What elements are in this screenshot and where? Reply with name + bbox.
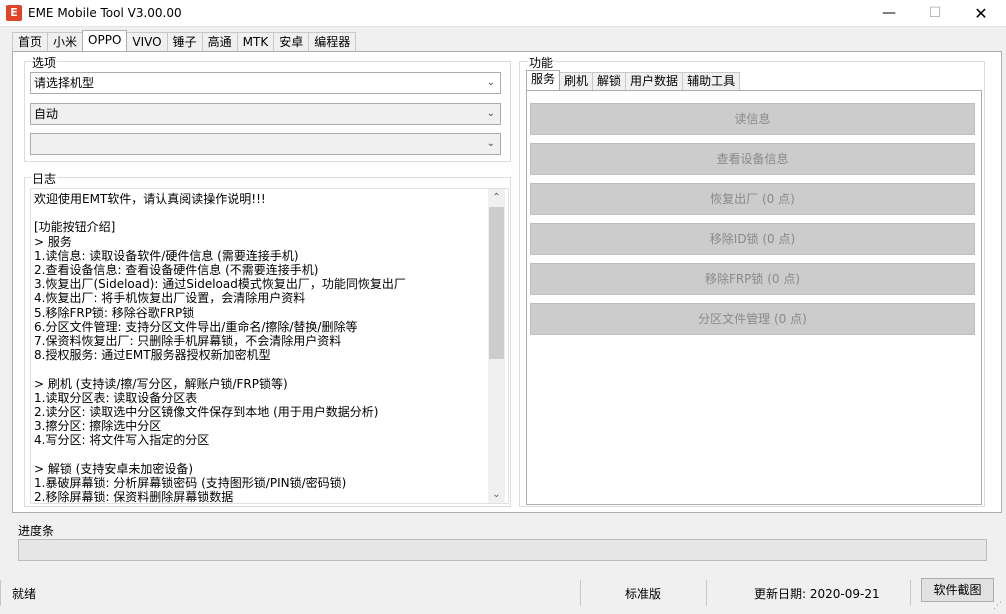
tab-oppo[interactable]: OPPO [82, 30, 128, 51]
log-line: 3.擦分区: 擦除选中分区 [34, 419, 162, 434]
mode-select-value: 自动 [34, 107, 59, 121]
status-separator [580, 580, 581, 606]
title-bar: E EME Mobile Tool V3.00.00 — ☐ ✕ [0, 0, 1006, 27]
factory-reset-button[interactable]: 恢复出厂 (0 点) [530, 183, 975, 215]
tab-vivo[interactable]: VIVO [126, 32, 168, 51]
app-logo-icon: E [6, 5, 22, 21]
log-line: 欢迎使用EMT软件，请认真阅读操作说明!!! [34, 192, 266, 206]
log-line: 1.暴破屏幕锁: 分析屏幕锁密码 (支持图形锁/PIN锁/密码锁) [34, 476, 347, 491]
main-tab-bar: 首页 小米 OPPO VIVO 锤子 高通 MTK 安卓 编程器 [12, 30, 357, 51]
model-select[interactable]: 请选择机型 ⌄ [30, 72, 501, 94]
status-separator [706, 580, 707, 606]
tab-home[interactable]: 首页 [12, 32, 49, 51]
tab-xiaomi[interactable]: 小米 [47, 32, 84, 51]
progress-bar [18, 539, 987, 561]
log-line: 6.分区文件管理: 支持分区文件导出/重命名/擦除/替换/删除等 [34, 319, 358, 334]
tab-service[interactable]: 服务 [526, 70, 561, 90]
tab-unlock[interactable]: 解锁 [592, 72, 627, 90]
log-line: > 服务 [34, 234, 72, 249]
minimize-button[interactable]: — [866, 0, 912, 27]
log-scrollbar[interactable]: ⌃ ⌄ [488, 189, 505, 503]
remove-frp-lock-button[interactable]: 移除FRP锁 (0 点) [530, 263, 975, 295]
log-line: 1.读信息: 读取设备软件/硬件信息 (需要连接手机) [34, 248, 299, 263]
log-line: 2.读分区: 读取选中分区镜像文件保存到本地 (用于用户数据分析) [34, 405, 379, 420]
log-line: > 解锁 (支持安卓未加密设备) [34, 461, 194, 476]
window-title: EME Mobile Tool V3.00.00 [28, 6, 182, 20]
scroll-down-icon[interactable]: ⌄ [488, 486, 505, 503]
tab-qualcomm[interactable]: 高通 [201, 32, 238, 51]
status-update-date: 更新日期: 2020-09-21 [754, 587, 880, 601]
resize-grip-icon[interactable]: ⋰ [993, 601, 1002, 611]
status-separator [910, 580, 911, 606]
remove-id-lock-button[interactable]: 移除ID锁 (0 点) [530, 223, 975, 255]
scroll-thumb[interactable] [489, 207, 504, 359]
mode-select[interactable]: 自动 ⌄ [30, 103, 501, 125]
tab-mtk[interactable]: MTK [236, 32, 275, 51]
log-line: 3.恢复出厂(Sideload): 通过Sideload模式恢复出厂，功能同恢复… [34, 277, 406, 292]
log-textarea[interactable]: 欢迎使用EMT软件，请认真阅读操作说明!!! [功能按钮介绍] > 服务 1.读信息… [30, 188, 509, 504]
function-group-title: 功能 [528, 54, 555, 71]
log-line: 8.授权服务: 通过EMT服务器授权新加密机型 [34, 348, 271, 363]
log-content: 欢迎使用EMT软件，请认真阅读操作说明!!! [功能按钮介绍] > 服务 1.读信息… [34, 192, 489, 504]
status-state: 就绪 [12, 587, 37, 601]
chevron-down-icon: ⌄ [486, 108, 495, 119]
tab-programmer[interactable]: 编程器 [308, 32, 357, 51]
tab-tools[interactable]: 辅助工具 [682, 72, 741, 90]
log-line: [功能按钮介绍] [34, 220, 116, 235]
chevron-down-icon: ⌄ [486, 138, 495, 149]
tab-android[interactable]: 安卓 [273, 32, 310, 51]
log-group-title: 日志 [31, 170, 58, 187]
log-line: 5.移除FRP锁: 移除谷歌FRP锁 [34, 305, 195, 320]
log-line: 7.保资料恢复出厂: 只删除手机屏幕锁，不会清除用户资料 [34, 334, 342, 349]
tab-user-data[interactable]: 用户数据 [625, 72, 684, 90]
partition-manager-button[interactable]: 分区文件管理 (0 点) [530, 303, 975, 335]
log-line: > 刷机 (支持读/擦/写分区，解账户锁/FRP锁等) [34, 376, 288, 391]
status-bar: 就绪 标准版 更新日期: 2020-09-21 [0, 576, 1006, 614]
log-line: 1.读取分区表: 读取设备分区表 [34, 390, 198, 405]
read-info-button[interactable]: 读信息 [530, 103, 975, 135]
maximize-button[interactable]: ☐ [912, 0, 958, 27]
tab-smartisan[interactable]: 锤子 [166, 32, 203, 51]
log-line: 4.恢复出厂: 将手机恢复出厂设置，会清除用户资料 [34, 291, 306, 306]
model-select-value: 请选择机型 [34, 76, 95, 90]
log-line: 2.查看设备信息: 查看设备硬件信息 (不需要连接手机) [34, 263, 319, 278]
close-button[interactable]: ✕ [958, 0, 1004, 27]
options-group-title: 选项 [31, 54, 58, 71]
view-device-info-button[interactable]: 查看设备信息 [530, 143, 975, 175]
log-line: 4.写分区: 将文件写入指定的分区 [34, 433, 210, 448]
progress-title: 进度条 [18, 524, 55, 538]
screenshot-button[interactable]: 软件截图 [921, 578, 994, 602]
chevron-down-icon: ⌄ [486, 77, 495, 88]
function-tab-bar: 服务 刷机 解锁 用户数据 辅助工具 [526, 70, 741, 90]
log-line: 2.移除屏幕锁: 保资料删除屏幕锁数据 [34, 490, 234, 504]
tab-flash[interactable]: 刷机 [559, 72, 594, 90]
scroll-up-icon[interactable]: ⌃ [488, 189, 505, 206]
status-separator [0, 580, 1, 606]
extra-select[interactable]: ⌄ [30, 133, 501, 155]
status-edition: 标准版 [625, 587, 662, 601]
